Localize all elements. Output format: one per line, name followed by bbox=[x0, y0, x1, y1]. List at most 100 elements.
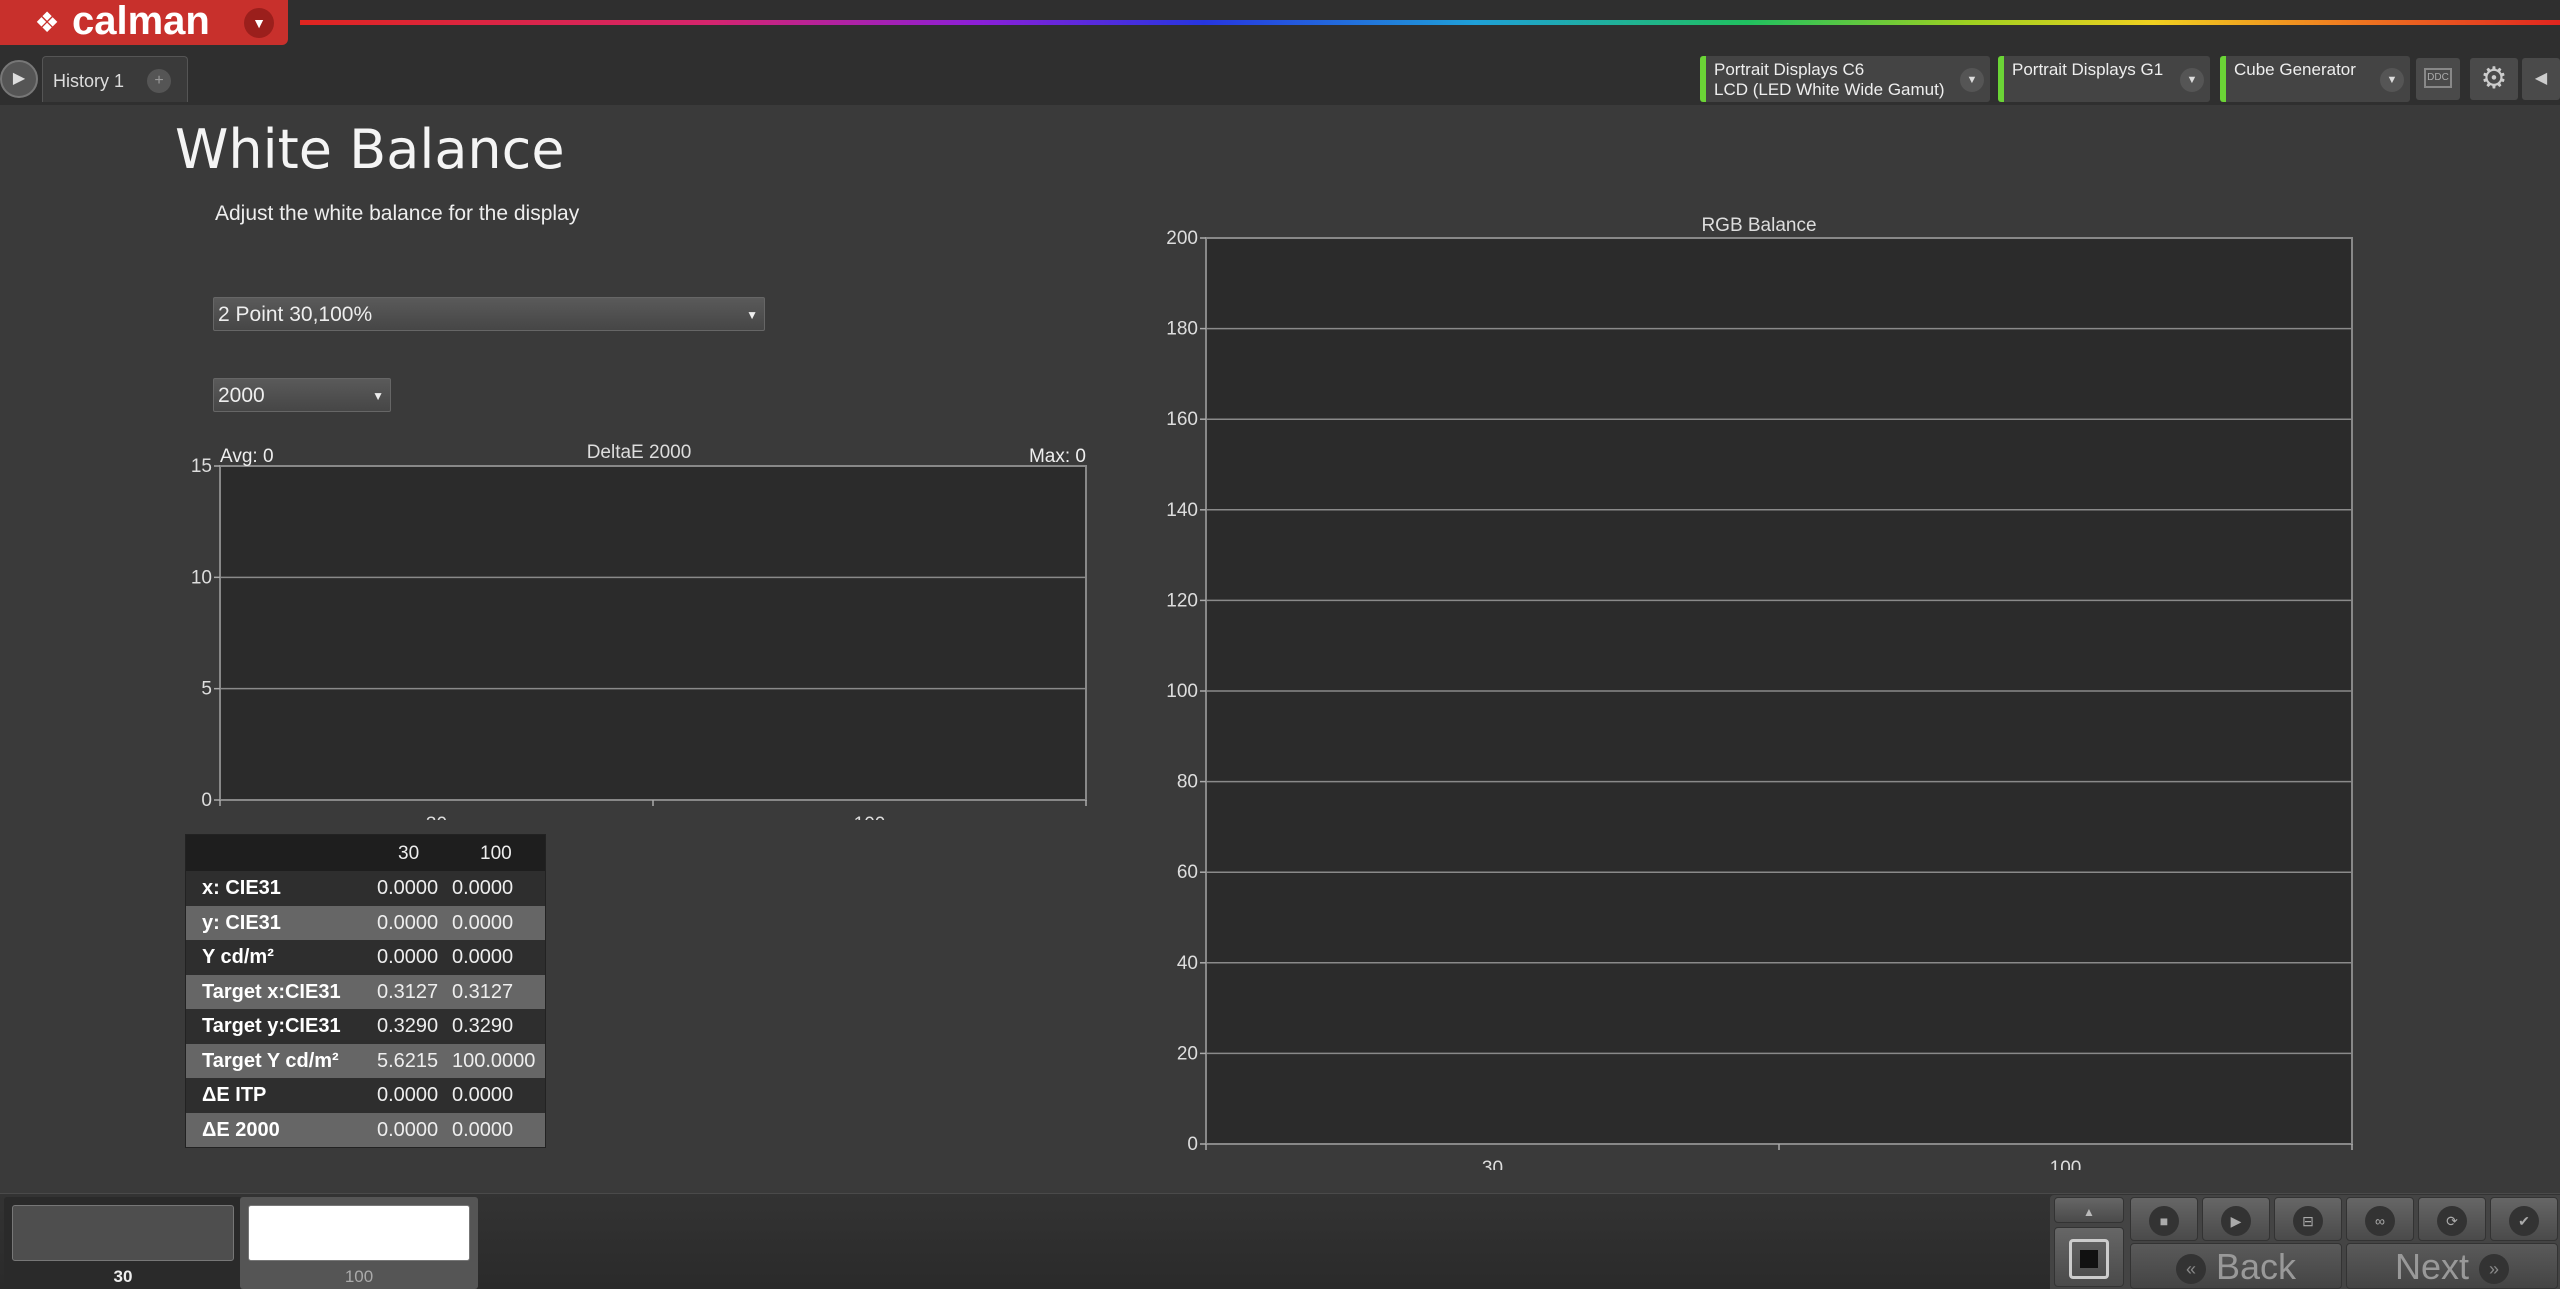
page-title: White Balance bbox=[175, 118, 565, 181]
page-subtitle: Adjust the white balance for the display bbox=[215, 202, 580, 225]
cell-value: 0.0000 bbox=[377, 1118, 439, 1141]
chevron-up-icon: ▲ bbox=[2083, 1205, 2095, 1219]
cell-value: 0.3127 bbox=[452, 980, 514, 1003]
app-menu-chevron-icon[interactable]: ▼ bbox=[244, 8, 274, 38]
y-tick-label: 40 bbox=[1177, 953, 1198, 974]
row-label: y: CIE31 bbox=[202, 911, 281, 934]
expand-up-button[interactable]: ▲ bbox=[2054, 1197, 2124, 1223]
continuous-button[interactable]: ∞ bbox=[2346, 1197, 2414, 1241]
refresh-icon: ⟳ bbox=[2437, 1205, 2467, 1236]
y-tick-label: 80 bbox=[1177, 772, 1198, 793]
expand-arrow-icon[interactable]: ▶ bbox=[0, 60, 38, 98]
tab-history-1[interactable]: History 1 + bbox=[42, 56, 188, 102]
table-header: 30 100 bbox=[186, 835, 545, 871]
cell-value: 0.3127 bbox=[377, 980, 439, 1003]
chevron-down-icon[interactable]: ▼ bbox=[2380, 68, 2404, 92]
double-chevron-right-icon: » bbox=[2479, 1254, 2510, 1285]
y-tick-label: 140 bbox=[1166, 500, 1198, 521]
cell-value: 100.0000 bbox=[452, 1049, 536, 1072]
table-row: Target y:CIE31 0.3290 0.3290 bbox=[186, 1009, 545, 1044]
y-tick-label: 0 bbox=[1187, 1134, 1198, 1155]
y-tick-label: 10 bbox=[191, 567, 212, 588]
cell-value: 0.0000 bbox=[452, 1118, 514, 1141]
device-name: Portrait Displays C6 bbox=[1714, 60, 1865, 79]
history-tab-label: History 1 bbox=[53, 71, 125, 91]
table-row: Target x:CIE31 0.3127 0.3127 bbox=[186, 974, 545, 1009]
color-swatch bbox=[248, 1205, 470, 1261]
read-series-button[interactable]: ⊟ bbox=[2274, 1197, 2342, 1241]
point-label: 100 bbox=[344, 1267, 374, 1286]
refresh-button[interactable]: ⟳ bbox=[2418, 1197, 2486, 1241]
stop-measure-button[interactable] bbox=[2054, 1227, 2124, 1287]
point-card-100[interactable]: 100 bbox=[240, 1197, 478, 1289]
play-button[interactable]: ▶ bbox=[2202, 1197, 2270, 1241]
y-tick-label: 15 bbox=[191, 456, 212, 477]
row-label: Target Y cd/m² bbox=[202, 1049, 339, 1072]
collapse-arrow-icon[interactable]: ◀ bbox=[2522, 58, 2560, 100]
cell-value: 5.6215 bbox=[377, 1049, 439, 1072]
calman-logo[interactable]: ❖ calman ▼ bbox=[0, 0, 288, 45]
calibration-mode-select[interactable]: 2 Point 30,100% ▼ bbox=[213, 297, 765, 331]
device-display[interactable]: Cube Generator ▼ bbox=[2220, 56, 2410, 102]
deltae-formula-value: 2000 bbox=[218, 384, 265, 407]
plot-area bbox=[219, 465, 1087, 801]
y-tick-label: 120 bbox=[1166, 590, 1198, 611]
column-header: 100 bbox=[480, 843, 512, 864]
deltae-formula-select[interactable]: 2000 ▼ bbox=[213, 378, 391, 412]
back-label: Back bbox=[2215, 1246, 2297, 1287]
cell-value: 0.3290 bbox=[452, 1015, 514, 1037]
x-tick-label: 100 bbox=[2050, 1158, 2082, 1170]
max-label: Max: 0 bbox=[1029, 446, 1086, 467]
cell-value: 0.0000 bbox=[377, 1084, 439, 1106]
y-tick-label: 100 bbox=[1166, 681, 1198, 702]
point-label: 30 bbox=[113, 1267, 133, 1286]
column-header: 30 bbox=[398, 843, 420, 864]
confirm-button[interactable]: ✔ bbox=[2490, 1197, 2558, 1241]
device-name: Cube Generator bbox=[2234, 60, 2356, 79]
y-tick-label: 160 bbox=[1166, 409, 1198, 430]
chevron-down-icon: ▼ bbox=[372, 389, 384, 403]
color-swatch bbox=[12, 1205, 234, 1261]
table-row: ΔE ITP 0.0000 0.0000 bbox=[186, 1078, 545, 1113]
x-tick-label: 30 bbox=[426, 814, 447, 820]
avg-label: Avg: 0 bbox=[220, 446, 274, 467]
next-label: Next bbox=[2394, 1246, 2469, 1287]
chevron-down-icon[interactable]: ▼ bbox=[2180, 68, 2204, 92]
app-window: ❖ calman ▼ ▶ History 1 + Portrait Displa… bbox=[0, 0, 2560, 1289]
x-tick-label: 100 bbox=[854, 814, 886, 820]
stop-icon bbox=[2069, 1238, 2109, 1279]
ddc-button[interactable]: DDC bbox=[2416, 58, 2460, 100]
device-source-meter[interactable]: Portrait Displays C6 LCD (LED White Wide… bbox=[1700, 56, 1990, 102]
ddc-monitor-icon: DDC bbox=[2424, 68, 2452, 88]
row-label: x: CIE31 bbox=[202, 877, 281, 899]
cell-value: 0.0000 bbox=[452, 1084, 514, 1106]
chart-title: RGB Balance bbox=[1701, 215, 1816, 236]
measurement-table: 30 100 x: CIE31 0.0000 0.0000 y: CIE31 0… bbox=[185, 834, 546, 1148]
back-button[interactable]: « Back bbox=[2130, 1243, 2342, 1289]
rainbow-bar bbox=[300, 20, 2560, 25]
device-pattern-generator[interactable]: Portrait Displays G1 ▼ bbox=[1998, 56, 2210, 102]
row-label: ΔE ITP bbox=[202, 1084, 267, 1106]
y-tick-label: 180 bbox=[1166, 319, 1198, 340]
cell-value: 0.0000 bbox=[452, 946, 514, 968]
next-button[interactable]: Next » bbox=[2346, 1243, 2558, 1289]
add-tab-button[interactable]: + bbox=[147, 69, 171, 93]
row-label: Y cd/m² bbox=[202, 946, 274, 968]
table-row: Y cd/m² 0.0000 0.0000 bbox=[186, 940, 545, 975]
table-row: ΔE 2000 0.0000 0.0000 bbox=[186, 1112, 545, 1147]
calman-diamond-icon: ❖ bbox=[34, 7, 60, 38]
top-bar: ❖ calman ▼ ▶ History 1 + Portrait Displa… bbox=[0, 0, 2560, 105]
chevron-down-icon: ▼ bbox=[746, 308, 758, 322]
cell-value: 0.3290 bbox=[377, 1015, 439, 1037]
chart-title: DeltaE 2000 bbox=[587, 442, 692, 463]
checkmark-icon: ✔ bbox=[2509, 1205, 2539, 1236]
device-name: Portrait Displays G1 bbox=[2012, 60, 2164, 79]
stop-button[interactable]: ■ bbox=[2130, 1197, 2198, 1241]
chevron-down-icon[interactable]: ▼ bbox=[1960, 68, 1984, 92]
bracket-icon: ⊟ bbox=[2293, 1205, 2323, 1236]
row-label: Target x:CIE31 bbox=[202, 980, 341, 1003]
table-row: y: CIE31 0.0000 0.0000 bbox=[186, 905, 545, 940]
settings-gear-icon[interactable]: ⚙ bbox=[2470, 58, 2518, 100]
point-card-30[interactable]: 30 bbox=[4, 1197, 242, 1289]
y-tick-label: 200 bbox=[1166, 228, 1198, 249]
